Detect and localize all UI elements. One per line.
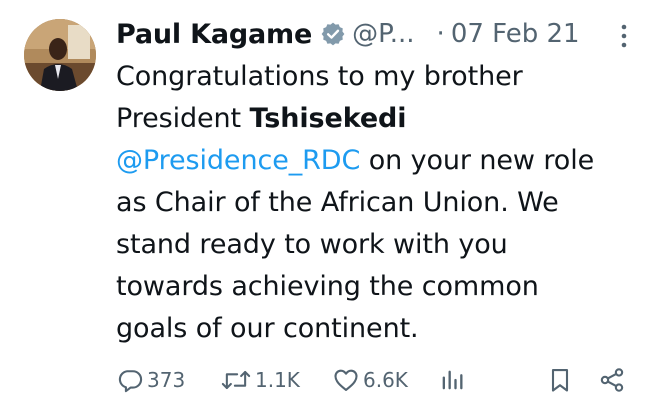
tweet-date[interactable]: 07 Feb 21 [451, 19, 580, 49]
reply-button[interactable]: 373 [116, 362, 185, 398]
retweet-icon [221, 370, 251, 390]
views-button[interactable] [438, 362, 466, 398]
more-vertical-icon[interactable] [617, 22, 631, 50]
tweet-line: towards achieving the common [116, 271, 539, 302]
like-count: 6.6K [363, 368, 408, 392]
reply-count: 373 [147, 368, 186, 392]
bookmark-button[interactable] [546, 362, 574, 398]
avatar-image [24, 19, 96, 91]
author-name[interactable]: Paul Kagame [116, 19, 312, 50]
tweet-text: Congratulations to my brother President … [116, 56, 646, 350]
views-bar-chart-icon [442, 370, 463, 390]
tweet-line: @Presidence_RDC on your new role [116, 140, 646, 182]
tweet-line: Congratulations to my brother [116, 61, 523, 92]
tweet-line: President Tshisekedi [116, 98, 646, 140]
share-button[interactable] [598, 362, 626, 398]
share-icon [600, 368, 624, 392]
mention-link[interactable]: @Presidence_RDC [116, 145, 360, 176]
tweet-text-segment: on your new role [360, 145, 595, 176]
like-button[interactable]: 6.6K [332, 362, 408, 398]
verified-badge-icon [320, 21, 346, 47]
header-separator: · [436, 19, 445, 49]
heart-icon [334, 369, 358, 391]
tweet-text-segment: President [116, 103, 250, 134]
bookmark-icon [551, 369, 569, 392]
bold-name: Tshisekedi [249, 103, 407, 134]
retweet-count: 1.1K [255, 368, 300, 392]
action-bar: 373 1.1K 6.6K [116, 362, 636, 398]
reply-icon [118, 370, 143, 393]
tweet-card[interactable]: Paul Kagame @P... · 07 Feb 21 Congratula… [0, 0, 662, 409]
tweet-line: as Chair of the African Union. We [116, 187, 559, 218]
tweet-line: goals of our continent. [116, 313, 419, 344]
retweet-button[interactable]: 1.1K [220, 362, 300, 398]
author-handle[interactable]: @P... [352, 19, 414, 49]
tweet-header: Paul Kagame @P... · 07 Feb 21 [116, 12, 646, 56]
avatar[interactable] [24, 19, 96, 91]
tweet-line: stand ready to work with you [116, 229, 508, 260]
